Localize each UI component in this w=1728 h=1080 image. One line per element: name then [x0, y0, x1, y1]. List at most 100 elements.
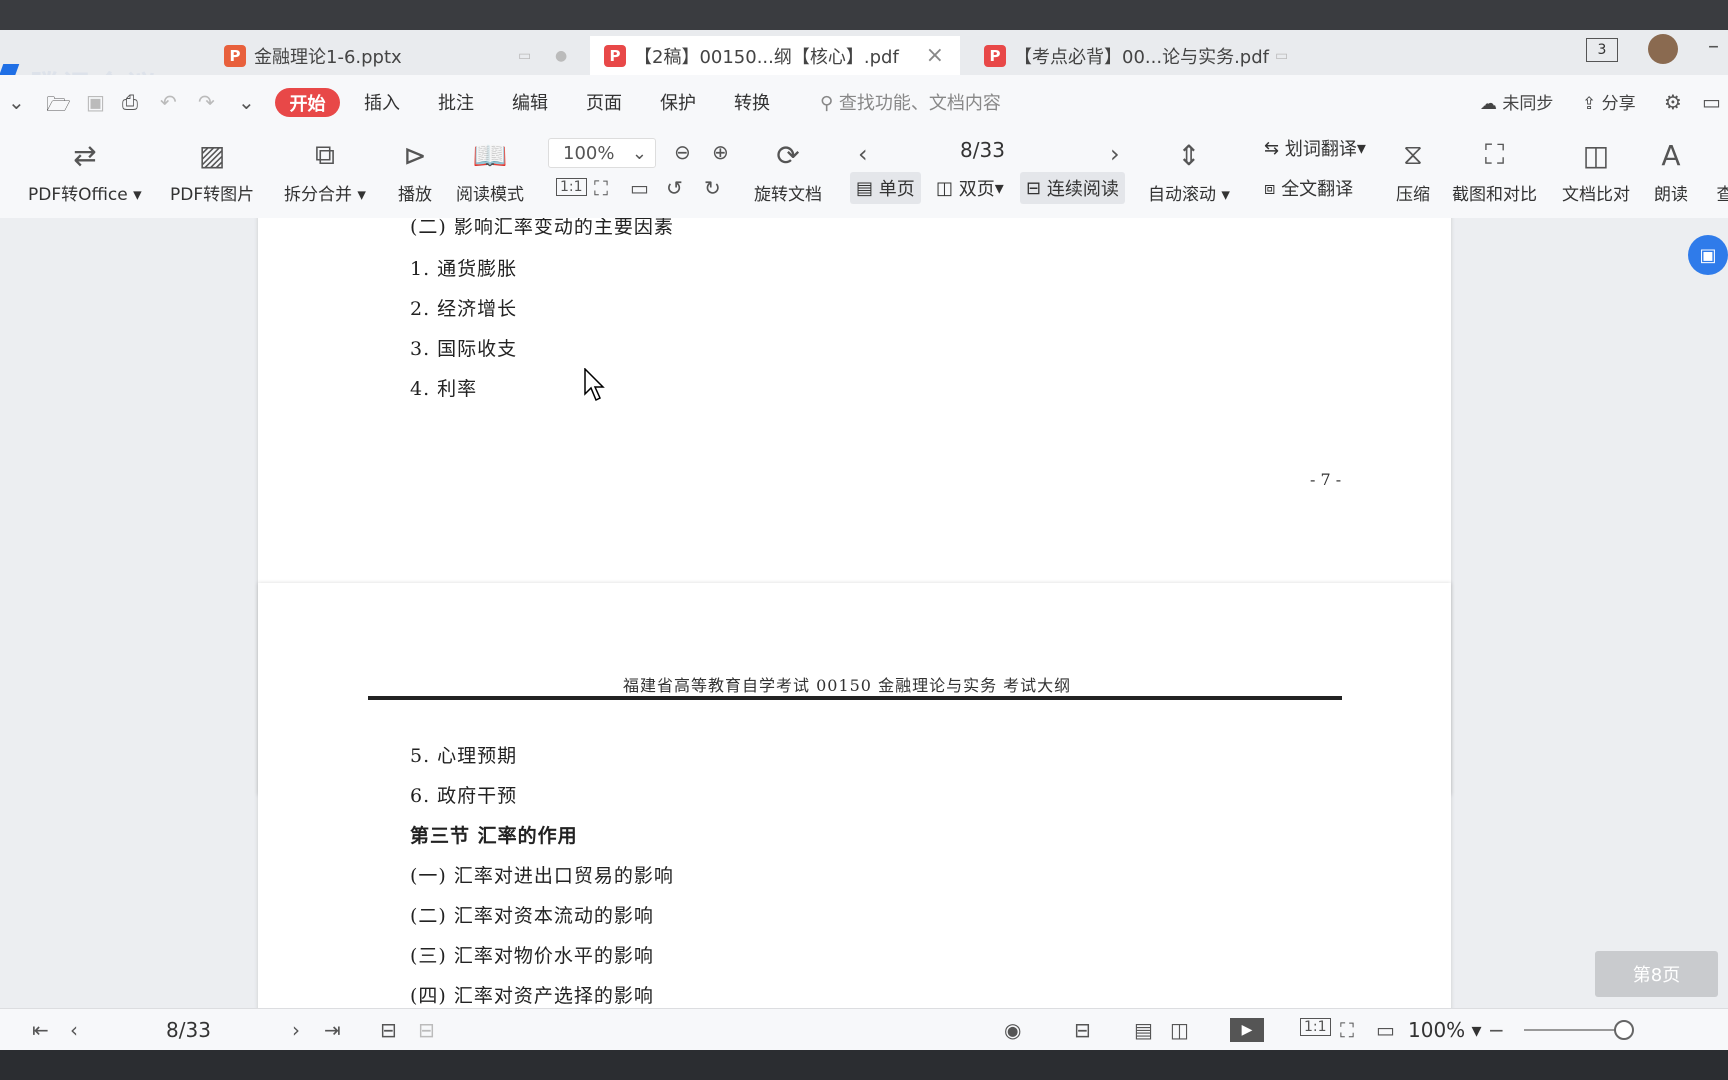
rotate-left-icon[interactable]: ↺: [666, 176, 683, 200]
book-icon: 📖: [472, 138, 508, 172]
section-heading: 第三节 汇率的作用: [410, 825, 578, 847]
tab-pdf-2[interactable]: P 【考点必背】00...论与实务.pdf ▭: [970, 36, 1340, 75]
double-page-button[interactable]: ◫ 双页 ▾: [930, 172, 1010, 204]
screenshot-icon: ⛶: [1484, 138, 1505, 171]
doc-line: (二) 汇率对资本流动的影响: [410, 905, 654, 927]
tab-pptx[interactable]: P 金融理论1-6.pptx ▭ ●: [210, 36, 580, 75]
pdf-to-office-button[interactable]: ⇄ PDF转Office ▾: [28, 136, 142, 206]
header-rule: [368, 696, 1342, 700]
tab-pdf-active[interactable]: P 【2稿】00150...纲【核心】.pdf ×: [590, 36, 960, 75]
doc-line: 2. 经济增长: [410, 298, 518, 320]
actual-size-icon[interactable]: 1:1: [556, 178, 587, 196]
rotate-right-icon[interactable]: ↻: [704, 176, 721, 200]
save-icon[interactable]: ▣: [86, 90, 105, 114]
read-mode-button[interactable]: 📖 阅读模式: [456, 136, 524, 206]
comment-icon[interactable]: ▭: [1702, 90, 1721, 114]
screen-share-bottom-bar: [0, 1050, 1728, 1080]
share-button[interactable]: ⇪ 分享: [1582, 89, 1636, 114]
pdf-file-icon: P: [604, 44, 626, 67]
screenshot-compare-button[interactable]: ⛶ 截图和对比: [1452, 136, 1537, 205]
doc-line: 1. 通货膨胀: [410, 258, 518, 280]
tab-insert[interactable]: 插入: [364, 89, 400, 115]
redo-icon[interactable]: ↷: [198, 90, 215, 114]
next-page-icon[interactable]: ›: [292, 1018, 300, 1042]
window-count-icon[interactable]: 3: [1586, 38, 1618, 62]
undo-icon[interactable]: ↶: [160, 90, 177, 114]
rotate-doc-button[interactable]: ⟳ 旋转文档: [754, 136, 822, 206]
double-page-icon[interactable]: ◫: [1170, 1018, 1189, 1042]
zoom-slider[interactable]: [1524, 1029, 1624, 1031]
zoom-out-icon[interactable]: ⊖: [674, 140, 691, 164]
pdf-file-icon: P: [984, 44, 1006, 67]
print-icon[interactable]: ⎙: [122, 90, 138, 114]
minimize-icon[interactable]: –: [1708, 34, 1719, 59]
last-page-icon[interactable]: ⇥: [324, 1018, 341, 1042]
chevron-down-icon[interactable]: ⌄: [8, 90, 25, 114]
continuous-read-button[interactable]: ⊟ 连续阅读: [1020, 172, 1125, 204]
tab-protect[interactable]: 保护: [660, 89, 696, 115]
tab-edit[interactable]: 编辑: [512, 89, 548, 115]
floating-assistant-button[interactable]: ▣: [1688, 235, 1728, 275]
customize-icon[interactable]: ⌄: [238, 90, 255, 114]
doc-line: (三) 汇率对物价水平的影响: [410, 945, 654, 967]
open-folder-icon[interactable]: 🗁: [46, 90, 71, 124]
next-page-icon[interactable]: ›: [1110, 140, 1120, 168]
first-page-icon[interactable]: ⇤: [32, 1018, 49, 1042]
auto-scroll-button[interactable]: ⇕ 自动滚动 ▾: [1148, 136, 1230, 206]
ribbon-toolbar: ⇄ PDF转Office ▾ ▨ PDF转图片 ⧉ 拆分合并 ▾ ⊳ 播放 📖 …: [0, 128, 1728, 219]
sync-status[interactable]: ☁ 未同步: [1480, 89, 1553, 114]
split-icon: ⧉: [314, 138, 335, 171]
pdf-to-image-button[interactable]: ▨ PDF转图片: [170, 136, 254, 206]
more-button[interactable]: 查: [1706, 136, 1728, 205]
doc-compare-button[interactable]: ◫ 文档比对: [1562, 136, 1630, 206]
tab-page[interactable]: 页面: [586, 89, 622, 115]
full-translate-button[interactable]: ⧈ 全文翻译: [1258, 172, 1359, 204]
page-number: - 7 -: [1310, 470, 1342, 489]
continuous-icon[interactable]: ⊟: [1074, 1018, 1091, 1042]
fit-page-icon[interactable]: ⛶: [594, 176, 608, 200]
forward-icon[interactable]: ⊟: [418, 1018, 435, 1042]
fit-width-icon[interactable]: ▭: [1376, 1018, 1395, 1042]
zoom-out-icon[interactable]: −: [1488, 1018, 1505, 1042]
single-page-button[interactable]: ▤ 单页: [850, 172, 921, 204]
status-bar: ⇤ ‹ 8/33 › ⇥ ⊟ ⊟ ◉ ⊟ ▤ ◫ ▶ 1:1 ⛶ ▭ 100% …: [0, 1008, 1728, 1051]
doc-line: 5. 心理预期: [410, 745, 518, 767]
pdf-to-word-icon: ⇄: [73, 138, 97, 172]
split-merge-button[interactable]: ⧉ 拆分合并 ▾: [284, 136, 366, 205]
tab-convert[interactable]: 转换: [734, 89, 770, 115]
search-input[interactable]: ⚲ 查找功能、文档内容: [820, 89, 1001, 115]
monitor-icon: ▭: [1275, 47, 1289, 64]
zoom-in-icon[interactable]: ⊕: [712, 140, 729, 164]
double-page-icon: ◫: [936, 177, 954, 199]
fit-page-icon[interactable]: ⛶: [1340, 1018, 1354, 1042]
status-page-indicator[interactable]: 8/33: [166, 1018, 211, 1042]
page-header: 福建省高等教育自学考试 00150 金融理论与实务 考试大纲: [623, 676, 1072, 695]
prev-page-icon[interactable]: ‹: [70, 1018, 78, 1042]
compress-button[interactable]: ⧖ 压缩: [1394, 136, 1432, 205]
back-icon[interactable]: ⊟: [380, 1018, 397, 1042]
continuous-icon: ⊟: [1026, 177, 1042, 199]
prev-page-icon[interactable]: ‹: [858, 140, 868, 168]
page-indicator[interactable]: 8/33: [960, 138, 1005, 162]
settings-icon[interactable]: ⚙: [1664, 90, 1682, 114]
fit-width-icon[interactable]: ▭: [630, 176, 649, 200]
play-icon[interactable]: ▶: [1230, 1018, 1264, 1042]
word-translate-button[interactable]: ⇆ 划词翻译 ▾: [1258, 132, 1372, 164]
zoom-select[interactable]: 100% ⌄: [548, 138, 656, 168]
play-button[interactable]: ⊳ 播放: [396, 136, 434, 206]
close-tab-icon[interactable]: ×: [926, 43, 944, 68]
avatar[interactable]: [1648, 34, 1678, 64]
compress-icon: ⧖: [1403, 138, 1423, 171]
tab-start[interactable]: 开始: [275, 88, 340, 117]
zoom-slider-handle[interactable]: [1614, 1020, 1634, 1040]
play-icon: ⊳: [403, 138, 427, 172]
actual-size-icon[interactable]: 1:1: [1300, 1018, 1331, 1036]
single-page-icon[interactable]: ▤: [1134, 1018, 1153, 1042]
eye-protect-icon[interactable]: ◉: [1004, 1018, 1021, 1042]
page-badge: 第8页: [1595, 951, 1718, 997]
document-view[interactable]: (二) 影响汇率变动的主要因素 1. 通货膨胀 2. 经济增长 3. 国际收支 …: [0, 218, 1728, 1008]
status-zoom[interactable]: 100% ▾: [1408, 1018, 1482, 1042]
read-aloud-button[interactable]: A 朗读: [1652, 136, 1690, 206]
mouse-cursor-icon: [584, 368, 605, 402]
tab-annotate[interactable]: 批注: [438, 89, 474, 115]
